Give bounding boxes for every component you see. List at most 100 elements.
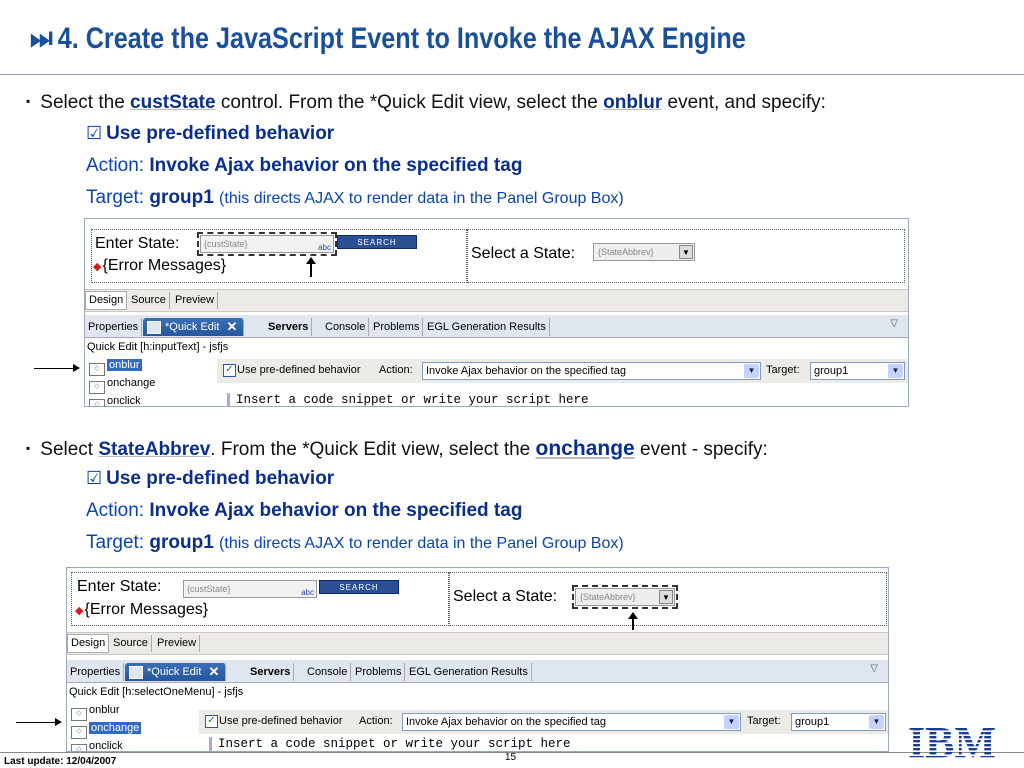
action-select-value: Invoke Ajax behavior on the specified ta… xyxy=(426,365,626,377)
search-button[interactable]: SEARCH xyxy=(319,580,399,594)
stateabbrev-dropdown[interactable]: {StateAbbrev} ▼ xyxy=(593,243,695,261)
tab-quick-edit-label: *Quick Edit xyxy=(165,321,220,333)
tab-problems[interactable]: Problems xyxy=(370,318,424,336)
design-canvas: Enter State: {custState} abc SEARCH ◆{Err… xyxy=(67,568,888,630)
step1-target-value: group1 xyxy=(149,187,214,208)
step1-target: Target: group1 (this directs AJAX to ren… xyxy=(86,187,624,209)
close-icon[interactable]: ✕ xyxy=(209,663,220,681)
abc-icon: abc xyxy=(318,243,331,252)
chevron-down-icon: ▼ xyxy=(888,364,903,378)
tab-quick-edit[interactable]: *Quick Edit ✕ xyxy=(143,318,245,336)
title-divider xyxy=(0,74,1024,75)
view-tabbar: Properties *Quick Edit ✕ Servers Console … xyxy=(67,660,888,683)
editor-tabbar: Design Source Preview xyxy=(67,632,888,655)
view-tabbar: Properties *Quick Edit ✕ Servers Console … xyxy=(85,315,908,338)
tab-source[interactable]: Source xyxy=(128,292,170,309)
quick-edit-body: ◇ onblur ◇ onchange ◇ onclick ✓ Use pre-def… xyxy=(67,700,888,751)
event-onblur[interactable]: ◇ onblur xyxy=(71,702,120,721)
step2-action-value: Invoke Ajax behavior on the specified ta… xyxy=(149,500,523,521)
event-onclick[interactable]: ◇ onclick xyxy=(71,738,123,751)
step1-action-label: Action: xyxy=(86,155,150,176)
script-editor[interactable]: Insert a code snippet or write your scri… xyxy=(227,393,908,406)
error-messages-text: {Error Messages} xyxy=(84,601,209,618)
script-editor[interactable]: Insert a code snippet or write your scri… xyxy=(209,737,888,751)
tab-properties[interactable]: Properties xyxy=(67,663,125,681)
close-icon[interactable]: ✕ xyxy=(227,318,238,336)
tab-preview[interactable]: Preview xyxy=(172,292,219,309)
tab-problems[interactable]: Problems xyxy=(352,663,406,681)
step2-action: Action: Invoke Ajax behavior on the spec… xyxy=(86,500,522,522)
view-menu-icon[interactable]: ▽ xyxy=(890,318,898,329)
tab-egl-results[interactable]: EGL Generation Results xyxy=(424,318,550,336)
event-list: ◇ onblur ◇ onchange ◇ onclick xyxy=(85,355,213,406)
quick-edit-body: ◇ onblur ◇ onchange ◇ onclick ✓ Use pre-def… xyxy=(85,355,908,406)
behavior-options: ✓ Use pre-defined behavior Action: Invok… xyxy=(217,359,908,383)
event-icon: ◇ xyxy=(89,399,105,406)
editor-tabbar: Design Source Preview xyxy=(85,289,908,312)
step2-bullet: ▪ Select StateAbbrev. From the *Quick Edi… xyxy=(26,437,768,461)
view-menu-icon[interactable]: ▽ xyxy=(870,663,878,674)
tab-design[interactable]: Design xyxy=(85,291,128,310)
select-state-label: Select a State: xyxy=(453,588,558,605)
tab-source[interactable]: Source xyxy=(110,635,152,652)
tab-console[interactable]: Console xyxy=(322,318,370,336)
chevron-down-icon: ▼ xyxy=(869,715,884,729)
screenshot-2: Enter State: {custState} abc SEARCH ◆{Err… xyxy=(66,567,889,752)
tab-preview[interactable]: Preview xyxy=(154,635,201,652)
tab-design[interactable]: Design xyxy=(67,634,110,653)
behavior-options: ✓ Use pre-defined behavior Action: Invok… xyxy=(199,710,888,734)
action-select[interactable]: Invoke Ajax behavior on the specified ta… xyxy=(402,713,741,731)
tab-egl-results[interactable]: EGL Generation Results xyxy=(406,663,532,681)
step1-event: onblur xyxy=(603,92,663,113)
step2-text-3: event - specify: xyxy=(634,439,768,460)
event-onclick[interactable]: ◇ onclick xyxy=(89,393,141,406)
action-select[interactable]: Invoke Ajax behavior on the specified ta… xyxy=(422,362,761,380)
enter-state-label: Enter State: xyxy=(77,578,162,595)
pointer-arrow-up xyxy=(628,612,638,630)
step2-target: Target: group1 (this directs AJAX to ren… xyxy=(86,532,624,554)
event-onchange[interactable]: ◇ onchange xyxy=(71,720,142,739)
chevron-down-icon: ▼ xyxy=(744,364,759,378)
dropdown-arrow-icon: ▼ xyxy=(679,245,693,259)
tab-properties[interactable]: Properties xyxy=(85,318,143,336)
event-label: onblur xyxy=(89,704,120,716)
quick-edit-icon xyxy=(147,321,161,334)
tab-quick-edit-label: *Quick Edit xyxy=(147,666,202,678)
step2-use-predefined-text: Use pre-defined behavior xyxy=(106,468,335,489)
use-predefined-checkbox[interactable]: ✓ xyxy=(223,364,236,377)
quick-edit-icon xyxy=(129,666,143,679)
custstate-input[interactable]: {custState} abc xyxy=(183,580,317,598)
error-messages: ◆{Error Messages} xyxy=(75,601,208,619)
custstate-value: {custState} xyxy=(187,584,231,594)
chevron-down-icon: ▼ xyxy=(724,715,739,729)
screenshot-1: Enter State: {custState} abc SEARCH ◆{Err… xyxy=(84,218,909,407)
tab-servers[interactable]: Servers xyxy=(265,318,313,336)
step1-text-3: event, and specify: xyxy=(662,92,826,113)
tab-quick-edit[interactable]: *Quick Edit ✕ xyxy=(125,663,227,681)
target-select-value: group1 xyxy=(814,365,849,377)
ibm-logo: IBM xyxy=(908,720,996,760)
step2-event: onchange xyxy=(535,437,635,460)
stateabbrev-value: {StateAbbrev} xyxy=(598,247,654,257)
dropdown-arrow-icon: ▼ xyxy=(659,590,673,604)
target-select[interactable]: group1 ▼ xyxy=(810,362,905,380)
event-onchange[interactable]: ◇ onchange xyxy=(89,375,155,394)
tab-servers[interactable]: Servers xyxy=(247,663,295,681)
use-predefined-checkbox[interactable]: ✓ xyxy=(205,715,218,728)
action-label: Action: xyxy=(379,364,413,376)
custstate-input[interactable]: {custState} abc xyxy=(197,232,337,256)
tab-console[interactable]: Console xyxy=(304,663,352,681)
pointer-arrow-right xyxy=(16,718,62,726)
use-predefined-label: Use pre-defined behavior xyxy=(219,715,343,727)
slide-title-text: 4. Create the JavaScript Event to Invoke… xyxy=(57,22,746,55)
event-onblur[interactable]: ◇ onblur xyxy=(89,357,142,376)
step2-target-note: (this directs AJAX to render data in the… xyxy=(219,535,624,552)
stateabbrev-value: {StateAbbrev} xyxy=(580,592,636,602)
step2-text-1: Select xyxy=(40,439,99,460)
target-label: Target: xyxy=(766,364,800,376)
stateabbrev-dropdown[interactable]: {StateAbbrev} ▼ xyxy=(572,585,678,609)
search-button[interactable]: SEARCH xyxy=(337,235,417,249)
step1-action: Action: Invoke Ajax behavior on the spec… xyxy=(86,155,522,177)
custstate-value: {custState} xyxy=(204,239,248,249)
target-select[interactable]: group1 ▼ xyxy=(791,713,886,731)
